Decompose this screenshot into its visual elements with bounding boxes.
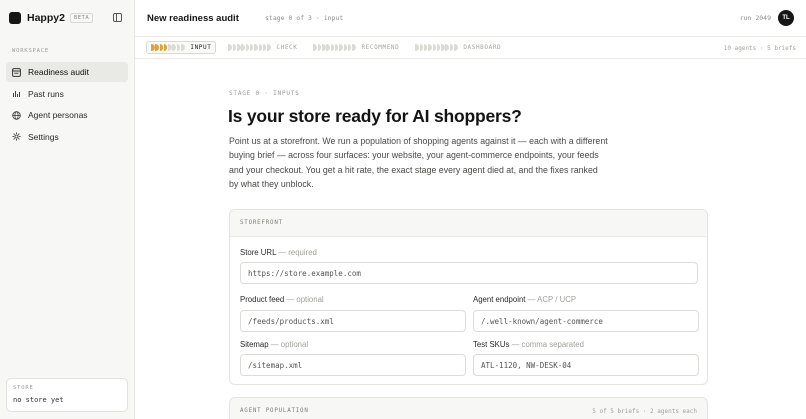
field-hint: — ACP / UCP [527,295,577,304]
stage-meta: stage 0 of 3 · input [265,14,344,22]
progress-chevrons-icon [228,44,271,51]
intro-paragraph: Point us at a storefront. We run a popul… [229,136,608,189]
sidebar: Happy2 BETA WORKSPACE Readiness audit Pa… [0,0,135,419]
progress-chevrons-icon [151,44,185,51]
run-label: run 2049 [739,14,771,22]
sidebar-item-label: Agent personas [28,110,88,120]
progress-chevrons-icon [313,44,356,51]
storefront-card: STOREFRONT Store URL — required https://… [229,209,708,385]
logo-icon [9,12,21,24]
progress-chevrons-icon [415,44,458,51]
field-hint: — comma separated [511,340,584,349]
audit-icon [12,67,21,77]
step-dashboard[interactable]: DASHBOARD [411,41,505,54]
sitemap-label: Sitemap — optional [240,340,308,349]
stage-stepper: INPUT CHECK RECOMMEND DASHBOARD 10 agent… [135,37,806,59]
chart-icon [12,89,21,98]
agent-population-heading: AGENT POPULATION [240,408,309,414]
stage-eyebrow: STAGE 0 · INPUTS [229,90,300,97]
store-url-label: Store URL — required [240,248,317,257]
step-recommend[interactable]: RECOMMEND [309,41,403,54]
brand-name: Happy2 [27,12,65,24]
field-label-text: Sitemap [240,340,269,349]
sidebar-item-readiness-audit[interactable]: Readiness audit [6,62,128,82]
workspace-section-label: WORKSPACE [12,48,50,54]
main-content: STAGE 0 · INPUTS Is your store ready for… [135,60,806,419]
store-value: no store yet [13,396,64,404]
globe-icon [12,110,21,120]
step-label: DASHBOARD [463,44,502,51]
agent-population-meta: 5 of 5 briefs · 2 agents each [592,408,697,415]
product-feed-label: Product feed — optional [240,295,324,304]
sidebar-nav: Readiness audit Past runs Agent personas… [6,62,128,148]
sidebar-item-agent-personas[interactable]: Agent personas [6,105,128,125]
product-feed-input[interactable]: /feeds/products.xml [240,310,466,332]
store-label: STORE [13,385,34,391]
agent-endpoint-label: Agent endpoint — ACP / UCP [473,295,576,304]
sidebar-item-past-runs[interactable]: Past runs [6,84,128,104]
top-bar: New readiness audit stage 0 of 3 · input… [135,0,806,37]
sidebar-item-label: Readiness audit [28,67,89,77]
beta-badge: BETA [69,13,94,23]
sidebar-item-label: Settings [28,131,59,142]
agents-meta: 10 agents · 5 briefs [723,45,796,52]
brand[interactable]: Happy2 BETA [9,11,94,25]
page-headline: Is your store ready for AI shoppers? [228,106,522,126]
agent-population-card[interactable]: AGENT POPULATION 5 of 5 briefs · 2 agent… [229,397,708,419]
sidebar-item-settings[interactable]: Settings [6,127,128,147]
test-skus-input[interactable]: ATL-1120, NW-DESK-04 [473,354,699,376]
step-label: RECOMMEND [361,44,400,51]
field-hint: — optional [270,340,309,349]
field-hint: — required [278,248,317,257]
toggle-sidebar-icon[interactable] [113,13,122,22]
step-label: INPUT [190,44,212,51]
avatar[interactable]: TL [778,10,794,26]
store-card[interactable]: STORE no store yet [6,378,128,412]
sitemap-input[interactable]: /sitemap.xml [240,354,466,376]
store-url-input[interactable]: https://store.example.com [240,262,698,284]
field-label-text: Product feed [240,295,285,304]
field-label-text: Store URL [240,248,277,257]
agent-endpoint-input[interactable]: /.well-known/agent-commerce [473,310,699,332]
field-hint: — optional [286,295,324,304]
step-check[interactable]: CHECK [224,41,301,54]
sidebar-item-label: Past runs [28,88,64,99]
test-skus-label: Test SKUs — comma separated [473,340,584,349]
gear-icon [12,132,21,141]
field-label-text: Test SKUs [473,340,510,349]
field-label-text: Agent endpoint [473,295,526,304]
step-label: CHECK [276,44,298,51]
step-input[interactable]: INPUT [146,41,217,54]
storefront-heading: STOREFRONT [230,210,707,237]
page-title: New readiness audit [147,13,239,24]
